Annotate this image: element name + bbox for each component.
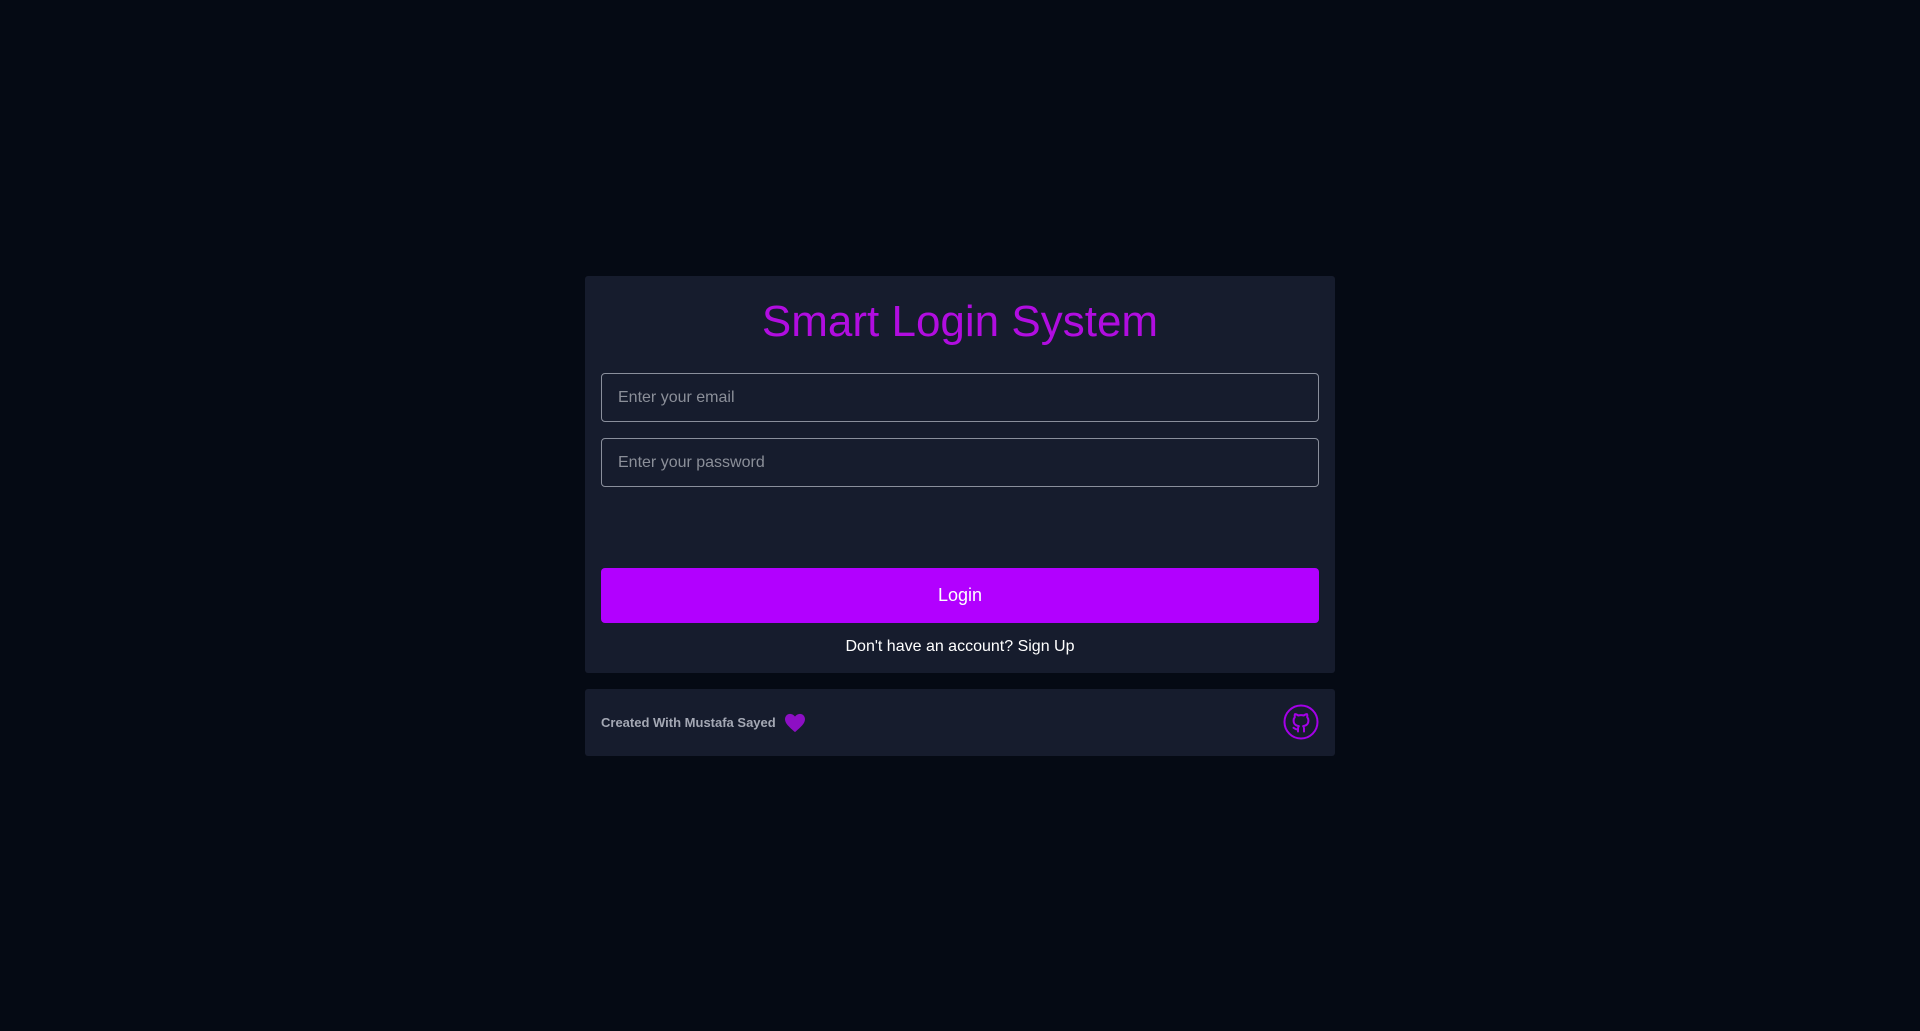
password-field[interactable] <box>601 438 1319 487</box>
credit-text: Created With Mustafa Sayed <box>601 715 776 730</box>
email-field[interactable] <box>601 373 1319 422</box>
signup-prompt: Don't have an account? <box>845 638 1014 655</box>
heart-icon <box>784 713 805 733</box>
github-icon <box>1283 704 1319 740</box>
footer: Created With Mustafa Sayed <box>585 689 1335 756</box>
page: Smart Login System Login Don't have an a… <box>0 0 1920 1031</box>
signup-line: Don't have an account? Sign Up <box>585 637 1335 657</box>
credit: Created With Mustafa Sayed <box>601 713 806 733</box>
page-title: Smart Login System <box>761 297 1159 346</box>
signup-link[interactable]: Sign Up <box>1018 638 1075 655</box>
github-link[interactable] <box>1283 704 1319 740</box>
login-button[interactable]: Login <box>601 568 1319 623</box>
login-card: Smart Login System Login Don't have an a… <box>585 276 1335 673</box>
